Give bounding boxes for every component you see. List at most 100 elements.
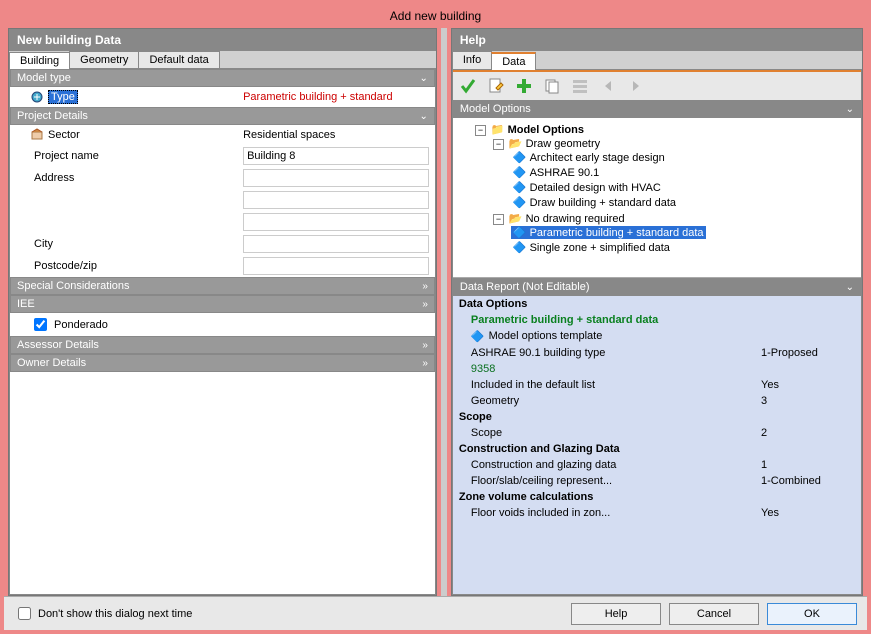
copy-icon[interactable] (541, 75, 563, 97)
tree-draw-geometry[interactable]: −📂Draw geometry 🔷Architect early stage d… (493, 136, 857, 211)
folder-open-icon: 📂 (509, 212, 523, 225)
postcode-input[interactable] (243, 257, 429, 275)
tab-data[interactable]: Data (491, 52, 536, 70)
model-icon: 🔷 (513, 181, 527, 194)
add-icon[interactable] (513, 75, 535, 97)
tab-default-data[interactable]: Default data (138, 51, 219, 68)
toolbar (453, 70, 861, 100)
dr-ashrae-type: ASHRAE 90.1 building type1-Proposed (453, 345, 861, 361)
help-button[interactable]: Help (571, 603, 661, 625)
folder-icon: 📁 (491, 123, 505, 136)
section-model-type[interactable]: Model type⌄ (10, 69, 435, 87)
field-type-value: Parametric building + standard (243, 91, 429, 103)
field-postcode-label: Postcode/zip (34, 260, 97, 272)
collapse-icon[interactable]: − (475, 125, 486, 136)
left-panel-title: New building Data (9, 29, 436, 51)
tree-item-detailed[interactable]: 🔷Detailed design with HVAC (511, 180, 857, 195)
model-icon: 🔷 (513, 196, 527, 209)
model-icon: 🔷 (513, 226, 527, 239)
tab-building[interactable]: Building (9, 52, 70, 69)
model-icon: 🔷 (513, 166, 527, 179)
tree-item-architect[interactable]: 🔷Architect early stage design (511, 150, 857, 165)
chevron-down-icon: ⌄ (846, 282, 854, 293)
tab-info[interactable]: Info (452, 51, 492, 69)
dr-template: 🔷Model options template (453, 328, 861, 345)
dr-floor: Floor/slab/ceiling represent...1-Combine… (453, 473, 861, 489)
dialog-window: Add new building New building Data Build… (0, 0, 871, 634)
city-input[interactable] (243, 235, 429, 253)
chevron-right-icon: » (422, 358, 428, 369)
collapse-icon[interactable]: − (493, 214, 504, 225)
project-name-input[interactable] (243, 147, 429, 165)
field-project-name: Project name (10, 145, 435, 167)
field-ponderado: Ponderado (10, 313, 435, 336)
footer: Don't show this dialog next time Help Ca… (4, 596, 867, 630)
section-assessor[interactable]: Assessor Details» (10, 336, 435, 354)
field-type-label: Type (48, 90, 78, 104)
left-panel: New building Data Building Geometry Defa… (8, 28, 437, 596)
ponderado-checkbox[interactable] (34, 318, 47, 331)
tab-geometry[interactable]: Geometry (69, 51, 139, 68)
model-icon: 🔷 (513, 151, 527, 164)
address-input-1[interactable] (243, 169, 429, 187)
tree-item-parametric[interactable]: 🔷Parametric building + standard data (511, 225, 857, 240)
field-sector-value: Residential spaces (243, 129, 429, 141)
chevron-down-icon: ⌄ (419, 73, 427, 84)
dont-show-checkbox[interactable] (18, 607, 31, 620)
right-panel-title: Help (452, 29, 862, 51)
field-sector[interactable]: Sector Residential spaces (10, 125, 435, 145)
chevron-right-icon: » (422, 299, 428, 310)
window-title: Add new building (4, 4, 867, 28)
dr-scope: Scope2 (453, 425, 861, 441)
right-tabs: Info Data (452, 51, 862, 70)
section-iee[interactable]: IEE» (10, 295, 435, 313)
dr-included: Included in the default listYes (453, 377, 861, 393)
field-projectname-label: Project name (34, 150, 99, 162)
list-icon[interactable] (569, 75, 591, 97)
dr-data-options: Data Options (453, 296, 861, 312)
collapse-icon[interactable]: − (493, 139, 504, 150)
data-report-header[interactable]: Data Report (Not Editable)⌄ (453, 278, 861, 296)
prev-icon[interactable] (597, 75, 619, 97)
model-options-tree: −📁Model Options −📂Draw geometry 🔷Archite… (453, 118, 861, 278)
right-body: Model Options⌄ −📁Model Options −📂Draw ge… (452, 70, 862, 595)
model-options-header[interactable]: Model Options⌄ (453, 100, 861, 118)
tree-item-single-zone[interactable]: 🔷Single zone + simplified data (511, 240, 857, 255)
cancel-button[interactable]: Cancel (669, 603, 759, 625)
address-input-2[interactable] (243, 191, 429, 209)
next-icon[interactable] (625, 75, 647, 97)
dr-zone-h: Zone volume calculations (453, 489, 861, 505)
chevron-right-icon: » (422, 281, 428, 292)
field-sector-label: Sector (48, 129, 80, 141)
model-icon (30, 90, 44, 104)
tree-item-ashrae[interactable]: 🔷ASHRAE 90.1 (511, 165, 857, 180)
dr-constr: Construction and glazing data1 (453, 457, 861, 473)
field-postcode: Postcode/zip (10, 255, 435, 277)
model-icon: 🔷 (471, 330, 485, 343)
field-address-label: Address (34, 172, 74, 184)
left-tabs: Building Geometry Default data (9, 51, 436, 69)
ponderado-label: Ponderado (54, 319, 108, 331)
chevron-right-icon: » (422, 340, 428, 351)
content-area: New building Data Building Geometry Defa… (4, 28, 867, 596)
ok-button[interactable]: OK (767, 603, 857, 625)
data-report: Data Options Parametric building + stand… (453, 296, 861, 594)
dr-scope-h: Scope (453, 409, 861, 425)
tree-item-draw-std[interactable]: 🔷Draw building + standard data (511, 195, 857, 210)
field-type[interactable]: Type Parametric building + standard (10, 87, 435, 107)
section-owner[interactable]: Owner Details» (10, 354, 435, 372)
address-input-3[interactable] (243, 213, 429, 231)
chevron-down-icon: ⌄ (846, 104, 854, 115)
sector-icon (30, 128, 44, 142)
splitter[interactable] (441, 28, 447, 596)
tree-no-drawing[interactable]: −📂No drawing required 🔷Parametric buildi… (493, 211, 857, 256)
section-special[interactable]: Special Considerations» (10, 277, 435, 295)
dont-show-label: Don't show this dialog next time (38, 608, 192, 620)
field-address-1: Address (10, 167, 435, 189)
section-project-details[interactable]: Project Details⌄ (10, 107, 435, 125)
accept-icon[interactable] (457, 75, 479, 97)
dr-voids: Floor voids included in zon...Yes (453, 505, 861, 521)
edit-icon[interactable] (485, 75, 507, 97)
tree-root[interactable]: −📁Model Options −📂Draw geometry 🔷Archite… (475, 122, 857, 257)
model-icon: 🔷 (513, 241, 527, 254)
